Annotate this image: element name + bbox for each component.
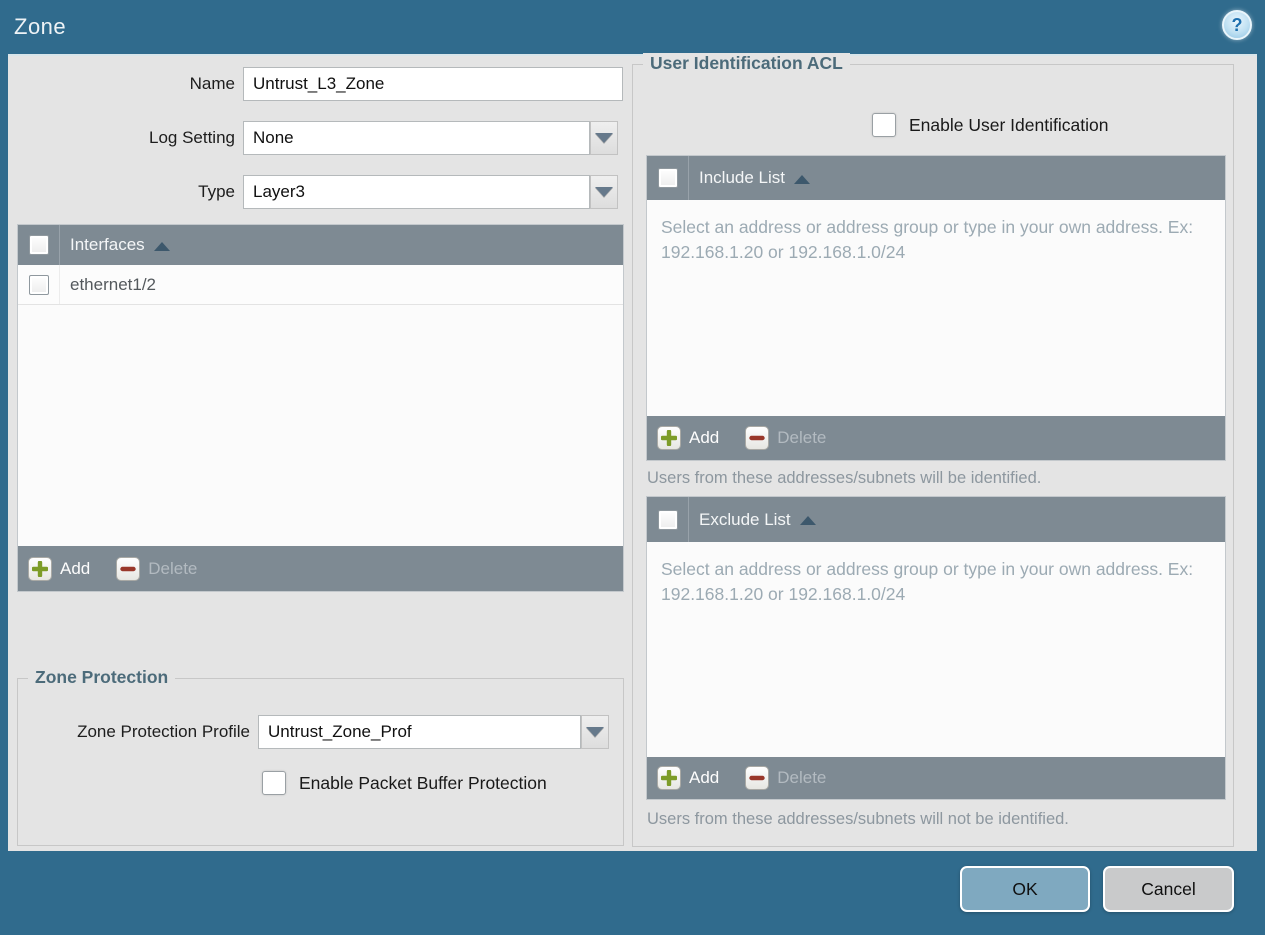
plus-icon bbox=[657, 426, 681, 450]
exclude-header-checkbox-cell bbox=[647, 497, 689, 542]
minus-icon bbox=[116, 556, 141, 581]
add-button[interactable]: Add bbox=[28, 556, 91, 581]
exclude-list-placeholder: Select an address or address group or ty… bbox=[661, 559, 1194, 604]
exclude-list-footer: Add Delete bbox=[647, 757, 1225, 799]
include-list-header[interactable]: Include List bbox=[647, 156, 1225, 200]
type-input[interactable] bbox=[243, 175, 590, 209]
select-all-checkbox[interactable] bbox=[657, 509, 678, 530]
add-button[interactable]: Add bbox=[657, 766, 719, 790]
zone-protection-legend: Zone Protection bbox=[28, 667, 176, 688]
exclude-list-column-header: Exclude List bbox=[699, 509, 791, 529]
add-button-label: Add bbox=[689, 428, 720, 447]
delete-button[interactable]: Delete bbox=[116, 556, 198, 581]
interfaces-table-body: ethernet1/2 bbox=[18, 265, 623, 546]
chevron-down-icon bbox=[595, 133, 613, 143]
exclude-list-header[interactable]: Exclude List bbox=[647, 497, 1225, 542]
plus-icon bbox=[28, 556, 52, 581]
select-all-checkbox[interactable] bbox=[657, 168, 678, 188]
dialog-titlebar: Zone ? bbox=[0, 0, 1265, 54]
dialog-body-panel: Name Log Setting Type Interfaces bbox=[8, 53, 1257, 851]
row-checkbox-cell bbox=[18, 265, 60, 304]
log-setting-input[interactable] bbox=[243, 121, 590, 155]
sort-ascending-icon bbox=[153, 241, 170, 251]
ok-button-label: OK bbox=[1012, 878, 1038, 899]
name-input[interactable] bbox=[243, 67, 623, 101]
interfaces-column-header: Interfaces bbox=[70, 235, 145, 254]
ok-button[interactable]: OK bbox=[960, 866, 1090, 912]
minus-icon bbox=[745, 766, 770, 790]
cancel-button[interactable]: Cancel bbox=[1103, 866, 1234, 912]
zone-protection-profile-dropdown-button[interactable] bbox=[581, 715, 609, 749]
exclude-list-body[interactable]: Select an address or address group or ty… bbox=[647, 542, 1225, 757]
chevron-down-icon bbox=[595, 187, 613, 197]
add-button-label: Add bbox=[689, 768, 720, 787]
include-list-body[interactable]: Select an address or address group or ty… bbox=[647, 200, 1225, 416]
include-list-footer: Add Delete bbox=[647, 416, 1225, 460]
enable-user-identification-checkbox[interactable] bbox=[872, 113, 896, 137]
interfaces-table-footer: Add Delete bbox=[18, 546, 623, 591]
minus-icon bbox=[745, 426, 770, 450]
name-label: Name bbox=[189, 74, 235, 93]
zone-dialog: Zone ? Name Log Setting Type Interfaces bbox=[0, 0, 1265, 935]
include-list-caption: Users from these addresses/subnets will … bbox=[647, 469, 1042, 487]
exclude-list-table: Exclude List Select an address or addres… bbox=[646, 496, 1226, 800]
delete-button-label: Delete bbox=[777, 428, 827, 447]
user-identification-acl-legend: User Identification ACL bbox=[643, 53, 850, 74]
include-list-column-header: Include List bbox=[699, 168, 785, 187]
help-glyph: ? bbox=[1231, 15, 1243, 35]
sort-ascending-icon bbox=[794, 174, 810, 184]
delete-button[interactable]: Delete bbox=[745, 766, 826, 790]
user-identification-acl-section: User Identification ACL Enable User Iden… bbox=[632, 53, 1234, 847]
plus-icon bbox=[657, 766, 681, 790]
row-checkbox[interactable] bbox=[28, 274, 49, 295]
chevron-down-icon bbox=[586, 727, 604, 737]
zone-protection-section: Zone Protection Zone Protection Profile … bbox=[17, 667, 624, 846]
type-label: Type bbox=[198, 182, 235, 201]
exclude-list-caption: Users from these addresses/subnets will … bbox=[647, 810, 1069, 828]
add-button-label: Add bbox=[60, 558, 91, 578]
enable-packet-buffer-protection-checkbox[interactable] bbox=[262, 771, 286, 795]
table-row[interactable]: ethernet1/2 bbox=[18, 265, 623, 305]
help-icon[interactable]: ? bbox=[1222, 10, 1252, 40]
delete-button[interactable]: Delete bbox=[745, 426, 826, 450]
select-all-checkbox[interactable] bbox=[28, 235, 49, 255]
zone-protection-profile-label: Zone Protection Profile bbox=[77, 722, 250, 741]
type-dropdown-button[interactable] bbox=[590, 175, 618, 209]
log-setting-label: Log Setting bbox=[148, 128, 235, 147]
zone-protection-profile-input[interactable] bbox=[258, 715, 581, 749]
delete-button-label: Delete bbox=[777, 768, 827, 787]
log-setting-dropdown-button[interactable] bbox=[590, 121, 618, 155]
add-button[interactable]: Add bbox=[657, 426, 719, 450]
cancel-button-label: Cancel bbox=[1141, 878, 1196, 899]
include-list-placeholder: Select an address or address group or ty… bbox=[661, 217, 1194, 262]
interfaces-table-header[interactable]: Interfaces bbox=[18, 225, 623, 265]
interfaces-header-checkbox-cell bbox=[18, 225, 60, 265]
packet-buffer-protection-row: Enable Packet Buffer Protection bbox=[262, 771, 547, 795]
include-list-table: Include List Select an address or addres… bbox=[646, 155, 1226, 461]
packet-buffer-protection-label: Enable Packet Buffer Protection bbox=[299, 772, 547, 793]
delete-button-label: Delete bbox=[148, 558, 198, 578]
dialog-title: Zone bbox=[14, 14, 67, 39]
interfaces-table: Interfaces ethernet1/2 Add Delete bbox=[17, 224, 624, 592]
enable-user-identification-label: Enable User Identification bbox=[909, 114, 1109, 135]
sort-ascending-icon bbox=[799, 516, 816, 525]
interface-name: ethernet1/2 bbox=[70, 274, 157, 294]
include-header-checkbox-cell bbox=[647, 156, 689, 200]
enable-user-identification-row: Enable User Identification bbox=[872, 113, 1108, 137]
